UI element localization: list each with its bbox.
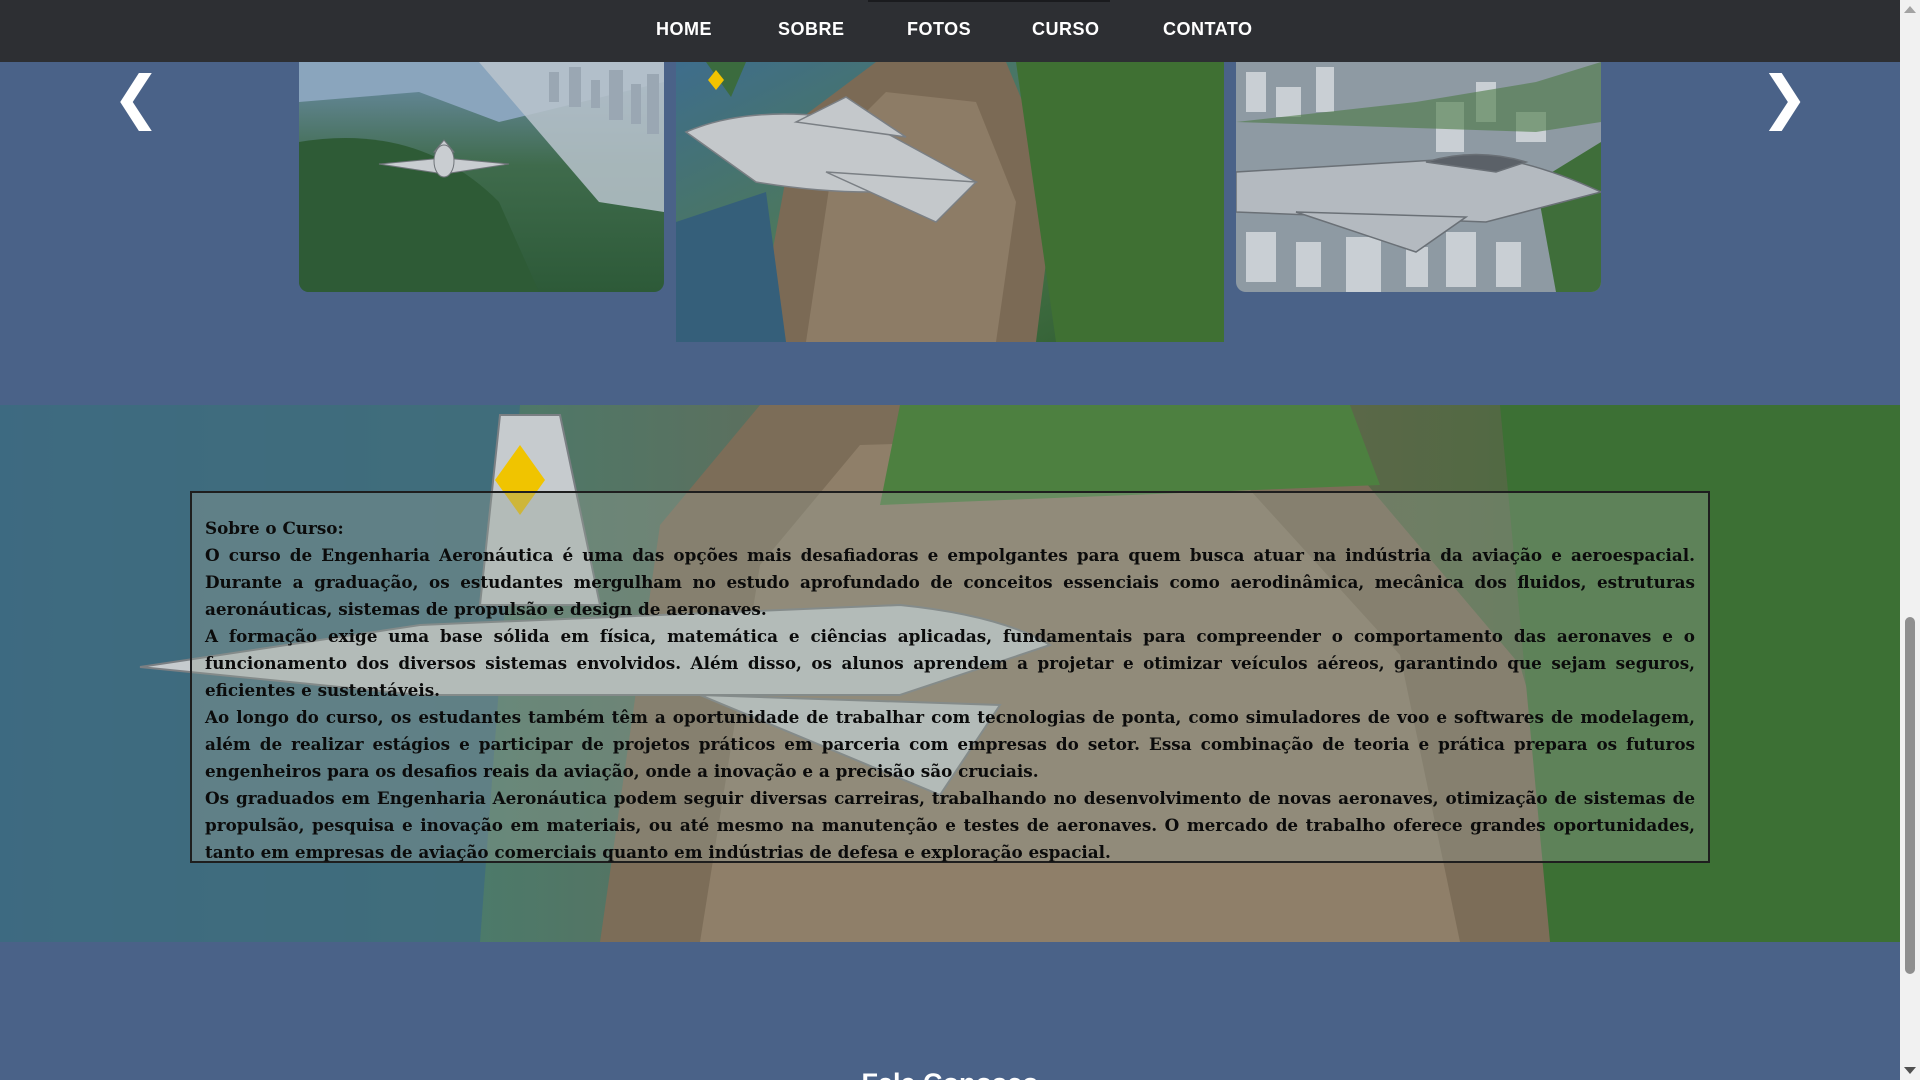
chevron-left-icon[interactable]: ❮ <box>112 68 161 126</box>
course-heading: Sobre o Curso: <box>205 518 344 538</box>
photo-carousel: ❮ ❯ <box>0 62 1900 402</box>
chevron-right-icon[interactable]: ❯ <box>1760 68 1809 126</box>
nav-curso-link[interactable]: CURSO <box>1032 19 1100 40</box>
nav-links: HOME SOBRE FOTOS CURSO CONTATO <box>0 0 1900 62</box>
scrollbar-thumb[interactable] <box>1905 617 1915 974</box>
course-paragraph: Ao longo do curso, os estudantes também … <box>205 707 1695 781</box>
nav-home-link[interactable]: HOME <box>656 19 712 40</box>
nav-contato-link[interactable]: CONTATO <box>1163 19 1253 40</box>
page: HOME SOBRE FOTOS CURSO CONTATO ❮ ❯ Sobre… <box>0 0 1920 1080</box>
course-paragraph: O curso de Engenharia Aeronáutica é uma … <box>205 545 1695 619</box>
vertical-scrollbar[interactable] <box>1900 0 1920 1080</box>
carousel-slide-center[interactable] <box>676 62 1224 342</box>
course-description-box: Sobre o Curso: O curso de Engenharia Aer… <box>190 491 1710 863</box>
nav-sobre-link[interactable]: SOBRE <box>778 19 845 40</box>
nav-fotos-link[interactable]: FOTOS <box>907 19 971 40</box>
course-section: Sobre o Curso: O curso de Engenharia Aer… <box>0 405 1900 942</box>
scroll-up-icon[interactable] <box>1904 6 1916 13</box>
scroll-down-icon[interactable] <box>1904 1067 1916 1074</box>
course-paragraph: Os graduados em Engenharia Aeronáutica p… <box>205 788 1695 862</box>
carousel-slide-left[interactable] <box>299 62 664 292</box>
top-navbar: HOME SOBRE FOTOS CURSO CONTATO <box>0 0 1900 62</box>
carousel-slide-right[interactable] <box>1236 62 1601 292</box>
jet-near-mountain-image <box>676 62 1224 342</box>
course-paragraph: A formação exige uma base sólida em físi… <box>205 626 1695 700</box>
jet-side-view-image <box>1236 62 1601 292</box>
contact-title: Fale Conosco <box>0 1068 1900 1080</box>
jet-over-city-image <box>299 62 664 292</box>
